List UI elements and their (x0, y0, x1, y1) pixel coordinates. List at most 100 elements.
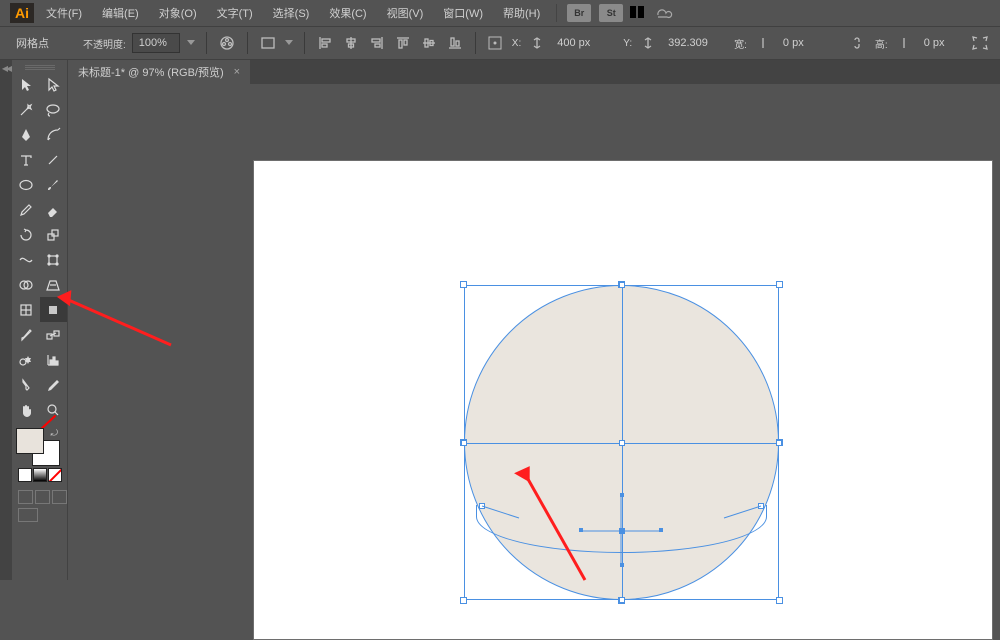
recolor-icon[interactable] (217, 33, 237, 53)
solid-color-icon[interactable] (18, 468, 32, 482)
selected-object[interactable] (464, 285, 779, 600)
menu-help[interactable]: 帮助(H) (495, 1, 548, 25)
document-tab[interactable]: 未标题-1* @ 97% (RGB/预览) × (68, 60, 251, 84)
v-align-bottom-icon[interactable] (445, 33, 465, 53)
fill-color-swatch[interactable] (16, 428, 44, 454)
stock-button[interactable]: St (599, 4, 623, 22)
anchor-center[interactable] (619, 440, 625, 446)
swap-colors-icon[interactable]: ⤾ (51, 428, 59, 439)
curvature-tool[interactable] (40, 122, 68, 147)
h-align-left-icon[interactable] (315, 33, 335, 53)
shape-builder-tool[interactable] (12, 272, 40, 297)
reference-point-icon[interactable] (486, 33, 504, 53)
selection-type-label: 网格点 (8, 33, 57, 53)
line-tool[interactable] (40, 147, 68, 172)
anchor-right[interactable] (776, 440, 782, 446)
align-icon[interactable] (258, 33, 278, 53)
handle-top-right[interactable] (776, 281, 783, 288)
separator (304, 32, 305, 54)
constrain-icon[interactable] (847, 33, 867, 53)
handle-bottom-left[interactable] (460, 597, 467, 604)
ellipse-tool[interactable] (12, 172, 40, 197)
menu-type[interactable]: 文字(T) (209, 1, 261, 25)
document-tab-strip: 未标题-1* @ 97% (RGB/预览) × (68, 60, 1000, 84)
y-field[interactable]: 392.309 (664, 33, 726, 53)
magic-wand-tool[interactable] (12, 97, 40, 122)
anchor-mesh-r[interactable] (758, 503, 764, 509)
draw-normal-icon[interactable] (18, 490, 33, 504)
direction-handle[interactable] (620, 493, 624, 497)
graph-tool[interactable] (40, 347, 68, 372)
artboard-tool[interactable] (40, 297, 68, 322)
eyedropper-tool[interactable] (12, 322, 40, 347)
scale-tool[interactable] (40, 222, 68, 247)
menu-select[interactable]: 选择(S) (265, 1, 318, 25)
none-color-icon[interactable] (48, 468, 62, 482)
symbol-tool[interactable] (12, 347, 40, 372)
x-link-icon[interactable] (527, 33, 547, 53)
h-align-center-icon[interactable] (341, 33, 361, 53)
expand-icon[interactable] (970, 33, 990, 53)
screen-mode-icon[interactable] (18, 508, 38, 522)
menu-file[interactable]: 文件(F) (38, 1, 90, 25)
screen-toggle[interactable] (18, 508, 67, 522)
blend-tool[interactable] (40, 322, 68, 347)
gradient-tool[interactable] (40, 372, 68, 397)
opacity-dropdown[interactable] (186, 38, 196, 48)
handle-bottom-right[interactable] (776, 597, 783, 604)
handle-top-left[interactable] (460, 281, 467, 288)
brush-tool[interactable] (40, 172, 68, 197)
menu-effect[interactable]: 效果(C) (321, 1, 374, 25)
v-align-top-icon[interactable] (393, 33, 413, 53)
direction-handle[interactable] (579, 528, 583, 532)
panel-grabber[interactable] (12, 62, 67, 72)
anchor-mesh-l[interactable] (479, 503, 485, 509)
pencil-tool[interactable] (12, 197, 40, 222)
canvas-area[interactable]: 未标题-1* @ 97% (RGB/预览) × (68, 60, 1000, 580)
menu-edit[interactable]: 编辑(E) (94, 1, 147, 25)
pen-tool[interactable] (12, 122, 40, 147)
direction-handle[interactable] (659, 528, 663, 532)
h-label: 高: (875, 36, 888, 51)
separator (247, 32, 248, 54)
eraser-tool[interactable] (40, 197, 68, 222)
slice-tool[interactable] (12, 372, 40, 397)
anchor-mesh-selected[interactable] (619, 528, 625, 534)
anchor-left[interactable] (461, 440, 467, 446)
type-tool[interactable] (12, 147, 40, 172)
panel-collapse-tab[interactable]: ◀◀ (0, 60, 12, 580)
direct-selection-tool[interactable] (40, 72, 68, 97)
draw-behind-icon[interactable] (35, 490, 50, 504)
draw-inside-icon[interactable] (52, 490, 67, 504)
arrange-docs-icon[interactable] (629, 5, 645, 22)
opacity-field[interactable]: 100% (132, 33, 180, 53)
mesh-tool[interactable] (12, 297, 40, 322)
width-tool[interactable] (12, 247, 40, 272)
align-dropdown[interactable] (284, 38, 294, 48)
color-well[interactable]: ⤾ (16, 428, 60, 466)
x-field[interactable]: 400 px (553, 33, 615, 53)
bridge-button[interactable]: Br (567, 4, 591, 22)
free-transform-tool[interactable] (40, 247, 68, 272)
lasso-tool[interactable] (40, 97, 68, 122)
y-link-icon[interactable] (638, 33, 658, 53)
h-align-right-icon[interactable] (367, 33, 387, 53)
rotate-tool[interactable] (12, 222, 40, 247)
x-label: X: (512, 38, 521, 49)
menu-window[interactable]: 窗口(W) (435, 1, 491, 25)
gradient-color-icon[interactable] (33, 468, 47, 482)
h-link-icon (894, 33, 914, 53)
hand-tool[interactable] (12, 397, 40, 422)
anchor-bottom[interactable] (619, 597, 625, 603)
menu-divider (556, 4, 557, 22)
v-align-middle-icon[interactable] (419, 33, 439, 53)
direction-handle[interactable] (620, 563, 624, 567)
color-mode-row (18, 468, 67, 484)
perspective-tool[interactable] (40, 272, 68, 297)
selection-tool[interactable] (12, 72, 40, 97)
close-tab-icon[interactable]: × (234, 66, 240, 78)
menu-object[interactable]: 对象(O) (151, 1, 205, 25)
anchor-top[interactable] (619, 282, 625, 288)
sync-icon[interactable] (653, 5, 673, 22)
menu-view[interactable]: 视图(V) (379, 1, 432, 25)
